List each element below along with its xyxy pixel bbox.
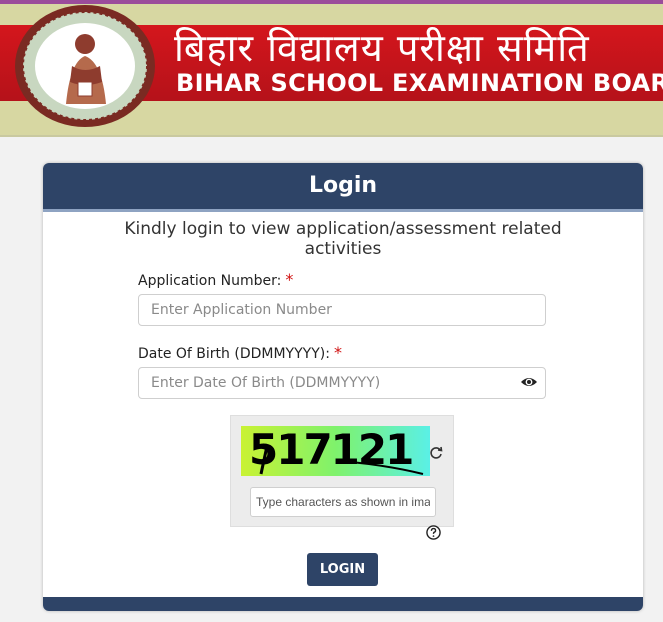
login-subtitle: Kindly login to view application/assessm… (124, 219, 562, 259)
login-heading: Login (43, 163, 643, 212)
captcha-image: 517121 (241, 426, 430, 476)
login-button[interactable]: LOGIN (307, 553, 378, 586)
application-number-label-text: Application Number: (138, 273, 282, 289)
captcha-input[interactable] (250, 487, 436, 517)
header-title-english: BIHAR SCHOOL EXAMINATION BOARD (176, 69, 663, 97)
dob-input[interactable] (138, 367, 546, 399)
dob-label: Date Of Birth (DDMMYYYY): * (138, 343, 342, 362)
login-card-footer (43, 597, 643, 611)
refresh-icon[interactable] (429, 446, 443, 460)
login-card: Login Kindly login to view application/a… (43, 163, 643, 611)
dob-label-text: Date Of Birth (DDMMYYYY): (138, 346, 330, 362)
bseb-emblem-icon (15, 5, 155, 127)
captcha-panel: 517121 (230, 415, 454, 527)
captcha-noise-lines (259, 445, 424, 475)
question-circle-icon[interactable] (426, 525, 441, 540)
eye-icon[interactable] (520, 375, 538, 389)
required-mark: * (333, 343, 342, 362)
header-title-hindi: बिहार विद्यालय परीक्षा समिति (174, 26, 590, 70)
site-header: बिहार विद्यालय परीक्षा समिति BIHAR SCHOO… (0, 0, 663, 137)
required-mark: * (285, 270, 294, 289)
application-number-label: Application Number: * (138, 270, 293, 289)
application-number-input[interactable] (138, 294, 546, 326)
